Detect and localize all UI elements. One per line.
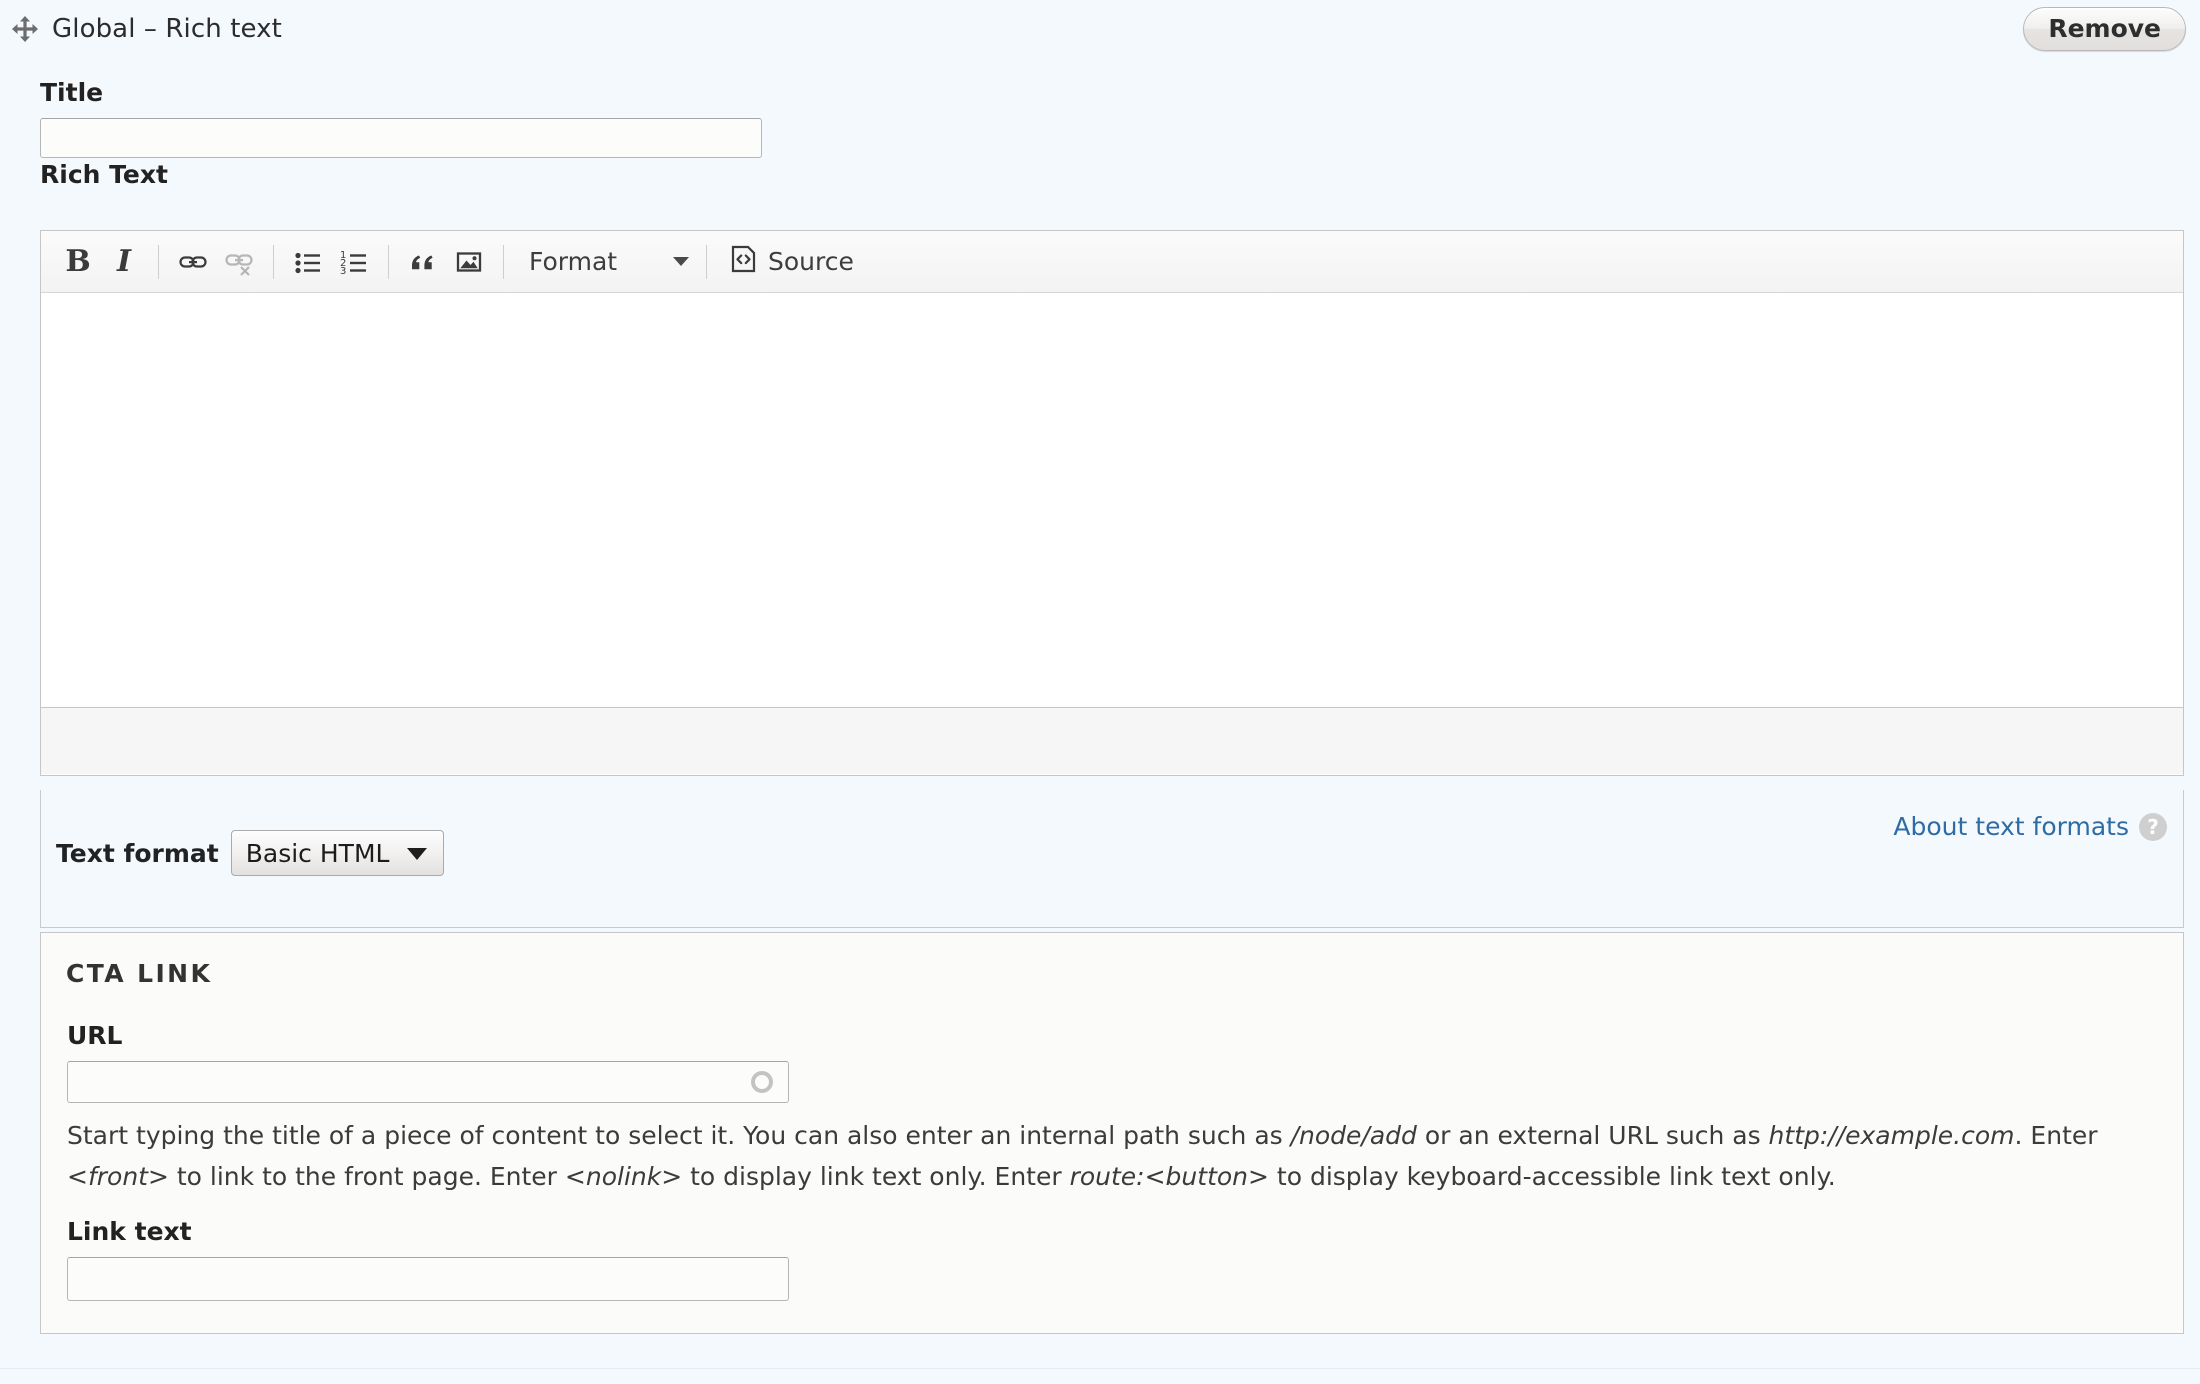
format-dropdown[interactable]: Format xyxy=(521,239,695,285)
source-code-icon xyxy=(730,244,758,280)
text-format-control: Text format Basic HTML xyxy=(56,830,445,876)
text-format-label: Text format xyxy=(56,838,219,868)
move-icon[interactable] xyxy=(8,12,42,46)
toolbar-divider xyxy=(706,244,707,279)
toolbar-divider xyxy=(503,244,504,279)
cta-link-legend: CTA LINK xyxy=(66,959,213,988)
chevron-down-icon xyxy=(407,848,428,860)
image-icon[interactable] xyxy=(446,239,492,285)
cta-url-label: URL xyxy=(67,1021,123,1050)
cta-url-input[interactable] xyxy=(67,1061,789,1103)
cta-help-emphasis: route:<button> xyxy=(1069,1162,1269,1191)
cta-help-emphasis: http://example.com xyxy=(1768,1121,2015,1150)
link-icon[interactable] xyxy=(170,239,216,285)
cta-help-text: to display link text only. Enter xyxy=(682,1162,1070,1191)
cta-help-text: to link to the front page. Enter xyxy=(168,1162,565,1191)
toolbar-divider xyxy=(273,244,274,279)
about-text-formats-link[interactable]: About text formats xyxy=(1893,812,2129,841)
title-input[interactable] xyxy=(40,118,762,158)
cta-link-fieldset: CTA LINK URL Start typing the title of a… xyxy=(40,932,2184,1334)
svg-text:3: 3 xyxy=(340,266,346,277)
cta-help-text: to display keyboard-accessible link text… xyxy=(1268,1162,1836,1191)
help-icon[interactable]: ? xyxy=(2139,812,2167,841)
autocomplete-throbber-icon xyxy=(751,1071,773,1093)
text-format-selected-value: Basic HTML xyxy=(245,838,390,868)
cta-help-text: Start typing the title of a piece of con… xyxy=(67,1121,1291,1150)
source-button-label: Source xyxy=(768,247,854,276)
rich-text-field-label: Rich Text xyxy=(40,160,168,189)
bold-icon[interactable]: B xyxy=(55,239,101,285)
cta-help-text: . Enter xyxy=(2014,1121,2098,1150)
editor-toolbar: B I 1 2 3 Format Source xyxy=(41,231,2183,293)
blockquote-icon[interactable] xyxy=(400,239,446,285)
cta-help-emphasis: <nolink> xyxy=(564,1162,683,1191)
paragraph-header: Global – Rich text Remove xyxy=(0,0,2200,58)
editor-resize-footer[interactable] xyxy=(41,708,2183,774)
rich-text-editor: B I 1 2 3 Format Source xyxy=(40,230,2184,776)
title-field-label: Title xyxy=(40,78,104,107)
cta-link-text-input[interactable] xyxy=(67,1257,789,1301)
cta-url-field-wrapper xyxy=(67,1061,789,1103)
cta-help-emphasis: /node/add xyxy=(1290,1121,1417,1150)
cta-help-emphasis: <front> xyxy=(67,1162,169,1191)
paragraph-edit-form: Global – Rich text Remove Title Rich Tex… xyxy=(0,0,2200,1384)
unlink-icon xyxy=(216,239,262,285)
source-button[interactable]: Source xyxy=(722,239,862,285)
italic-icon[interactable]: I xyxy=(101,239,147,285)
text-format-bar: Text format Basic HTML About text format… xyxy=(40,790,2184,928)
page-bottom-divider xyxy=(0,1368,2200,1369)
cta-url-description: Start typing the title of a piece of con… xyxy=(67,1115,2137,1197)
format-dropdown-label: Format xyxy=(529,247,618,276)
cta-link-text-label: Link text xyxy=(67,1217,192,1246)
text-format-select[interactable]: Basic HTML xyxy=(230,830,445,876)
numbered-list-icon[interactable]: 1 2 3 xyxy=(331,239,377,285)
toolbar-divider xyxy=(388,244,389,279)
text-format-help: About text formats ? xyxy=(1893,812,2167,841)
bulleted-list-icon[interactable] xyxy=(285,239,331,285)
chevron-down-icon xyxy=(673,257,689,266)
rich-text-editable-area[interactable] xyxy=(41,293,2183,708)
remove-button[interactable]: Remove xyxy=(2023,7,2186,51)
toolbar-divider xyxy=(158,244,159,279)
cta-help-text: or an external URL such as xyxy=(1416,1121,1769,1150)
page-title: Global – Rich text xyxy=(52,14,282,44)
